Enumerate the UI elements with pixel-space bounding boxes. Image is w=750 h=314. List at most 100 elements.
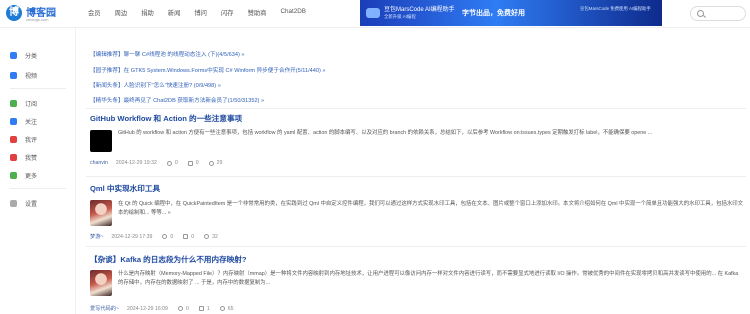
article-excerpt: GitHub 的 workflow 和 action 方便有一些注意事项，包括 …: [118, 130, 653, 136]
article-author[interactable]: 梦游~: [90, 233, 103, 240]
like-icon: [183, 234, 189, 239]
like-count[interactable]: 0: [183, 234, 194, 240]
sidebar-divider: [10, 188, 66, 189]
view-count-value: 29: [216, 160, 223, 166]
like-icon: [187, 160, 193, 166]
sidebar-item-more[interactable]: 更多: [10, 168, 37, 182]
sidebar-item-category[interactable]: 分类: [10, 48, 37, 62]
comment-count[interactable]: 0: [177, 305, 189, 312]
article-date: 2024-12-29 16:09: [126, 305, 168, 312]
comment-count-value: 0: [174, 160, 178, 166]
view-icon: [204, 234, 210, 239]
article-divider: [86, 176, 746, 177]
promo-headline: 字节出品，免费好用: [462, 10, 525, 17]
comment-count-value: 0: [170, 233, 174, 240]
more-icon: [10, 171, 17, 179]
article-thumbnail[interactable]: [90, 270, 112, 296]
settings-icon: [10, 199, 17, 207]
nav-item-chat2db[interactable]: Chat2DB: [280, 8, 306, 17]
nav-item-donate[interactable]: 捐助: [141, 8, 154, 17]
sidebar-item-video[interactable]: 视频: [10, 68, 37, 82]
promo-banner[interactable]: 豆包MarsCode AI编程助手 全新升级 AI编程 字节出品，免费好用 豆包…: [360, 0, 662, 26]
pinned-text: 最终再见了 Chat2DB 获取新方法新会员了(1/50/31352) »: [123, 98, 265, 104]
subscribe-icon: [10, 99, 17, 107]
promo-right-text: 豆包MarsCode 免费使用 AI编程助手: [580, 6, 651, 11]
sidebar-item-my-likes[interactable]: 我赞: [10, 150, 37, 164]
sidebar-item-label: 更多: [25, 173, 38, 180]
comment-count[interactable]: 0: [166, 160, 178, 166]
pinned-text: 聊一聊 C#线程池 的线程动态注入 (下)(4/5/634) »: [123, 52, 245, 58]
main-content: 【编辑推荐】聊一聊 C#线程池 的线程动态注入 (下)(4/5/634) » 【…: [86, 28, 746, 314]
nav-item-merch[interactable]: 周边: [115, 8, 128, 17]
sidebar-item-label: 视频: [25, 73, 38, 80]
article-meta: chanvin 2024-12-29 19:32 0 0 29: [90, 160, 232, 166]
nav-item-flash[interactable]: 闪存: [221, 8, 234, 17]
sidebar-item-label: 关注: [25, 119, 38, 126]
search-input[interactable]: [690, 6, 746, 21]
like-icon: [10, 153, 17, 161]
video-icon: [10, 71, 17, 79]
article-title[interactable]: Qml 中实现水印工具: [90, 183, 160, 194]
pinned-link[interactable]: 【编辑推荐】聊一聊 C#线程池 的线程动态注入 (下)(4/5/634) »: [90, 50, 244, 58]
nav-item-sponsor[interactable]: 赞助商: [248, 8, 267, 17]
pinned-tag: 【编辑推荐】: [90, 52, 124, 58]
comment-count-value: 0: [185, 305, 189, 312]
view-count: 32: [204, 234, 218, 240]
view-count: 29: [208, 160, 223, 166]
top-bar: 博 博客园 cnblogs.com 会员 周边 捐助 新闻 博问 闪存 赞助商 …: [0, 0, 750, 28]
article-title[interactable]: 【杂谈】Kafka 的日志段为什么不用内存映射?: [90, 254, 247, 265]
nav-item-news[interactable]: 新闻: [168, 8, 181, 17]
sidebar-divider: [10, 88, 66, 89]
logo-icon: 博: [6, 5, 22, 21]
article-thumbnail[interactable]: [90, 200, 112, 226]
like-count-value: 0: [191, 233, 195, 240]
nav-item-questions[interactable]: 博问: [194, 8, 207, 17]
pinned-text: 人脸识别下"怎么"快速注册? (0/9/498) »: [123, 83, 221, 89]
view-count-value: 32: [212, 233, 218, 240]
top-nav: 会员 周边 捐助 新闻 博问 闪存 赞助商 Chat2DB: [88, 8, 320, 17]
comment-icon: [177, 306, 183, 311]
sidebar-item-label: 设置: [25, 201, 38, 208]
nav-item-member[interactable]: 会员: [88, 8, 101, 17]
promo-logo-icon: [366, 8, 380, 18]
pinned-link[interactable]: 【新闻头条】人脸识别下"怎么"快速注册? (0/9/498) »: [90, 81, 221, 89]
like-count-value: 1: [206, 305, 210, 312]
like-icon: [198, 306, 204, 311]
category-icon: [10, 51, 17, 59]
site-logo[interactable]: 博 博客园 cnblogs.com: [4, 3, 64, 23]
logo-subtitle: cnblogs.com: [26, 17, 49, 22]
comment-icon: [10, 135, 17, 143]
search-icon[interactable]: [697, 10, 704, 17]
sidebar-item-follow[interactable]: 关注: [10, 114, 37, 128]
article-thumbnail[interactable]: [90, 130, 112, 152]
promo-subtext: 全新升级 AI编程: [384, 14, 416, 19]
article-author[interactable]: chanvin: [90, 160, 108, 166]
article-meta: 梦游~ 2024-12-29 17:39 0 0 32: [90, 233, 228, 241]
comment-count[interactable]: 0: [162, 234, 173, 240]
article-title[interactable]: GitHub Workflow 和 Action 的一些注意事项: [90, 113, 242, 124]
pinned-link[interactable]: 【精华头条】最终再见了 Chat2DB 获取新方法新会员了(1/50/31352…: [90, 96, 264, 104]
sidebar-item-label: 分类: [25, 53, 38, 60]
sidebar-item-my-comments[interactable]: 我评: [10, 132, 37, 146]
view-icon: [219, 306, 225, 311]
article-divider: [86, 246, 746, 247]
article-excerpt: 什么是内存映射（Memory-Mapped File）？内存映射（mmap）是一…: [118, 271, 739, 286]
pinned-tag: 【新闻头条】: [90, 83, 124, 89]
article-author[interactable]: 爱写代码的~: [90, 305, 119, 312]
follow-icon: [10, 117, 17, 125]
like-count[interactable]: 1: [198, 305, 210, 312]
sidebar-item-subscribe[interactable]: 订阅: [10, 96, 37, 110]
sidebar-item-settings[interactable]: 设置: [10, 196, 37, 210]
sidebar-item-label: 订阅: [25, 101, 38, 108]
view-count-value: 65: [227, 305, 234, 312]
sidebar-item-label: 我赞: [25, 155, 38, 162]
comment-icon: [166, 160, 172, 166]
view-count: 65: [219, 305, 234, 312]
pinned-tag: 【精华头条】: [90, 98, 124, 104]
article-excerpt: 在 Qt 的 Quick 编程中，在 QuickPaintedItem 是一个非…: [118, 201, 744, 216]
pinned-tag: 【园子推荐】: [90, 68, 124, 74]
pinned-link[interactable]: 【园子推荐】在 GTK5 System.Windows.Forms中实现 C# …: [90, 66, 326, 74]
section-divider: [86, 108, 746, 109]
pinned-text: 在 GTK5 System.Windows.Forms中实现 C# Winfor…: [123, 68, 326, 74]
like-count[interactable]: 0: [187, 160, 199, 166]
